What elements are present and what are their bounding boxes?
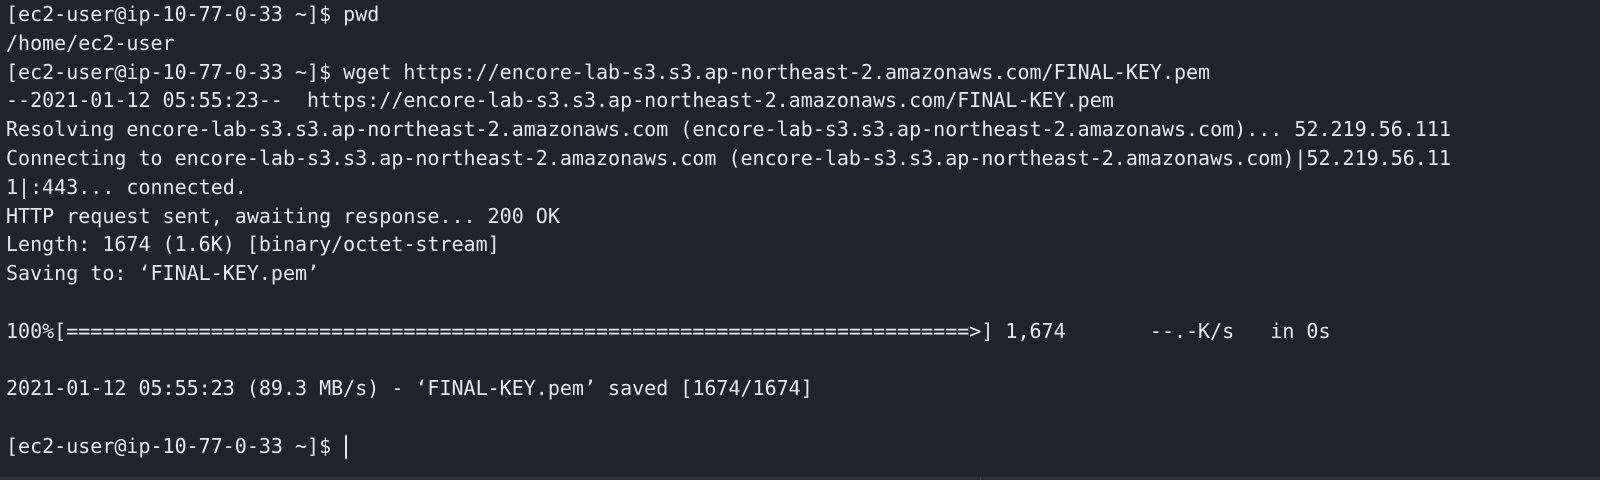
prompt-line[interactable]: [ec2-user@ip-10-77-0-33 ~]$ <box>6 432 1600 461</box>
terminal-line: [ec2-user@ip-10-77-0-33 ~]$ wget https:/… <box>6 59 1211 84</box>
terminal-line: --2021-01-12 05:55:23-- https://encore-l… <box>6 88 1114 113</box>
terminal-line: /home/ec2-user <box>6 30 175 55</box>
text-cursor <box>345 435 348 460</box>
terminal-line: 2021-01-12 05:55:23 (89.3 MB/s) - ‘FINAL… <box>6 376 813 401</box>
terminal-line: [ec2-user@ip-10-77-0-33 ~]$ pwd <box>6 2 380 26</box>
terminal-line: HTTP request sent, awaiting response... … <box>6 203 560 228</box>
terminal-line: Saving to: ‘FINAL-KEY.pem’ <box>6 261 320 286</box>
terminal-window[interactable]: [ec2-user@ip-10-77-0-33 ~]$ pwd /home/ec… <box>0 0 1600 480</box>
terminal-line: Resolving encore-lab-s3.s3.ap-northeast-… <box>6 117 1451 142</box>
terminal-line: Connecting to encore-lab-s3.s3.ap-northe… <box>6 145 1451 170</box>
progress-line: 100%[===================================… <box>6 318 1331 343</box>
terminal-line: Length: 1674 (1.6K) [binary/octet-stream… <box>6 232 500 257</box>
shell-prompt: [ec2-user@ip-10-77-0-33 ~]$ <box>6 433 344 458</box>
terminal-line: 1|:443... connected. <box>6 174 247 199</box>
